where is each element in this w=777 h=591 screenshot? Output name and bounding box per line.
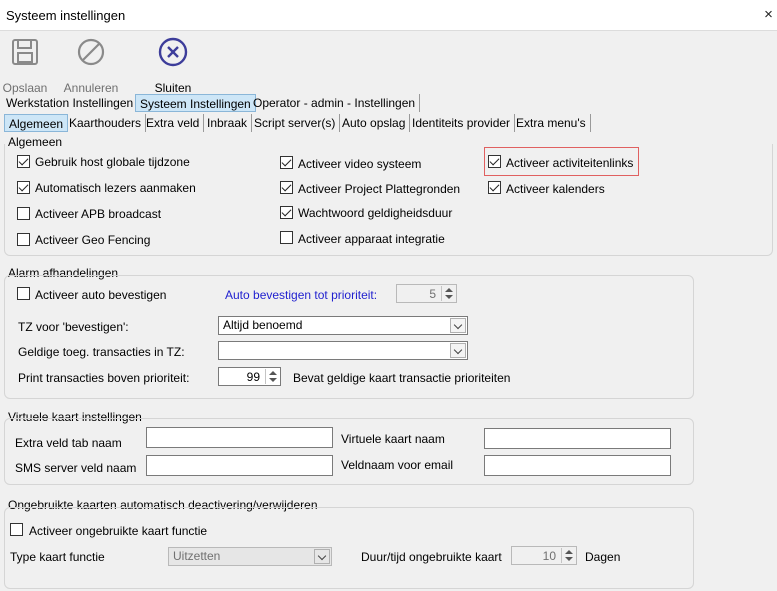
print-priority-spin[interactable] xyxy=(265,369,279,384)
virtual-card-name-input[interactable] xyxy=(484,428,671,449)
tab-auto-opslag[interactable]: Auto opslag xyxy=(338,114,411,132)
label-days: Dagen xyxy=(585,550,621,564)
tab-werkstation[interactable]: Werkstation Instellingen xyxy=(2,94,139,112)
label-device-integration: Activeer apparaat integratie xyxy=(298,232,445,246)
card-type-function-value: Uitzetten xyxy=(173,549,221,563)
label-auto-confirm-priority: Auto bevestigen tot prioriteit: xyxy=(225,288,378,302)
auto-confirm-priority-stepper[interactable]: 5 xyxy=(396,284,457,303)
tab-systeem[interactable]: Systeem Instellingen xyxy=(135,94,256,112)
label-apb-broadcast: Activeer APB broadcast xyxy=(35,207,162,221)
cancel-icon xyxy=(77,38,105,66)
extra-tab-name-input[interactable] xyxy=(146,427,333,448)
label-unused-duration: Duur/tijd ongebruikte kaart xyxy=(361,550,502,564)
checkbox-device-integration[interactable] xyxy=(280,231,293,244)
unused-duration-value: 10 xyxy=(542,549,556,563)
tab-identiteits-provider[interactable]: Identiteits provider xyxy=(408,114,516,132)
top-tab-bar: Werkstation Instellingen Systeem Instell… xyxy=(0,94,777,112)
spin-down-icon xyxy=(269,378,277,382)
unused-duration-stepper[interactable]: 10 xyxy=(511,546,577,565)
label-print-priority: Print transacties boven prioriteit: xyxy=(18,371,190,385)
label-activity-links: Activeer activiteitenlinks xyxy=(506,156,634,170)
label-geo-fencing: Activeer Geo Fencing xyxy=(35,233,151,247)
save-label: Opslaan xyxy=(2,81,48,95)
email-field-name-input[interactable] xyxy=(484,455,671,476)
tab-inbraak[interactable]: Inbraak xyxy=(203,114,253,132)
floppy-disk-icon xyxy=(12,39,38,65)
label-floorplans: Activeer Project Plattegronden xyxy=(298,182,461,196)
tab-operator[interactable]: Operator - admin - Instellingen xyxy=(249,94,421,112)
chevron-down-icon[interactable] xyxy=(450,343,466,358)
spin-down-icon xyxy=(445,295,453,299)
window-close-button[interactable]: × xyxy=(760,6,777,24)
checkbox-floorplans[interactable] xyxy=(280,181,293,194)
label-email-field-name: Veldnaam voor email xyxy=(341,458,454,472)
tz-confirm-select[interactable]: Altijd benoemd xyxy=(218,316,468,335)
close-circle-icon xyxy=(158,37,188,67)
card-type-function-select[interactable]: Uitzetten xyxy=(168,547,332,566)
title-bar: Systeem instellingen × xyxy=(0,0,777,31)
cancel-label: Annuleren xyxy=(63,81,119,95)
label-virtual-card-name: Virtuele kaart naam xyxy=(341,432,445,446)
label-calendars: Activeer kalenders xyxy=(506,182,605,196)
unused-group xyxy=(4,507,694,589)
sub-tab-bar: Algemeen Kaarthouders Extra veld Inbraak… xyxy=(0,114,777,132)
window-title: Systeem instellingen xyxy=(6,8,126,23)
checkbox-password-validity[interactable] xyxy=(280,206,293,219)
tab-script-servers[interactable]: Script server(s) xyxy=(250,114,341,132)
unused-duration-spin[interactable] xyxy=(561,548,575,563)
tz-confirm-value: Altijd benoemd xyxy=(223,318,303,332)
label-print-note: Bevat geldige kaart transactie prioritei… xyxy=(293,371,511,385)
label-card-type-function: Type kaart functie xyxy=(10,550,105,564)
print-priority-value: 99 xyxy=(246,370,260,384)
checkbox-auto-confirm[interactable] xyxy=(17,287,30,300)
spin-down-icon xyxy=(565,557,573,561)
checkbox-host-timezone[interactable] xyxy=(17,155,30,168)
checkbox-auto-readers[interactable] xyxy=(17,181,30,194)
label-unused-cards: Activeer ongebruikte kaart functie xyxy=(29,524,208,538)
label-tz-confirm: TZ voor 'bevestigen': xyxy=(18,320,129,334)
checkbox-geo-fencing[interactable] xyxy=(17,233,30,246)
label-auto-confirm: Activeer auto bevestigen xyxy=(35,288,167,302)
close-label: Sluiten xyxy=(154,81,192,95)
tab-extra-menus[interactable]: Extra menu's xyxy=(512,114,591,132)
checkbox-apb-broadcast[interactable] xyxy=(17,207,30,220)
label-host-timezone: Gebruik host globale tijdzone xyxy=(35,155,190,169)
checkbox-unused-cards[interactable] xyxy=(10,523,23,536)
spin-up-icon xyxy=(269,371,277,375)
valid-transactions-select[interactable] xyxy=(218,341,468,360)
auto-confirm-priority-value: 5 xyxy=(429,287,436,301)
save-button[interactable]: Opslaan xyxy=(2,36,48,95)
checkbox-activity-links[interactable] xyxy=(488,155,501,168)
auto-confirm-priority-spin[interactable] xyxy=(441,286,455,301)
label-valid-transactions: Geldige toeg. transacties in TZ: xyxy=(18,345,185,359)
close-button[interactable]: Sluiten xyxy=(150,36,196,95)
checkbox-calendars[interactable] xyxy=(488,181,501,194)
spin-up-icon xyxy=(445,288,453,292)
spin-up-icon xyxy=(565,550,573,554)
label-video-system: Activeer video systeem xyxy=(298,157,422,171)
label-extra-tab-name: Extra veld tab naam xyxy=(15,436,122,450)
tab-extra-veld[interactable]: Extra veld xyxy=(142,114,205,132)
chevron-down-icon[interactable] xyxy=(314,549,330,564)
cancel-button[interactable]: Annuleren xyxy=(60,36,122,95)
print-priority-stepper[interactable]: 99 xyxy=(218,367,281,386)
tab-algemeen[interactable]: Algemeen xyxy=(4,114,69,132)
tab-kaarthouders[interactable]: Kaarthouders xyxy=(65,114,147,132)
label-password-validity: Wachtwoord geldigheidsduur xyxy=(298,206,453,220)
label-sms-field-name: SMS server veld naam xyxy=(15,461,137,475)
checkbox-video-system[interactable] xyxy=(280,156,293,169)
sms-field-name-input[interactable] xyxy=(146,455,333,476)
chevron-down-icon[interactable] xyxy=(450,318,466,333)
label-auto-readers: Automatisch lezers aanmaken xyxy=(35,181,196,195)
